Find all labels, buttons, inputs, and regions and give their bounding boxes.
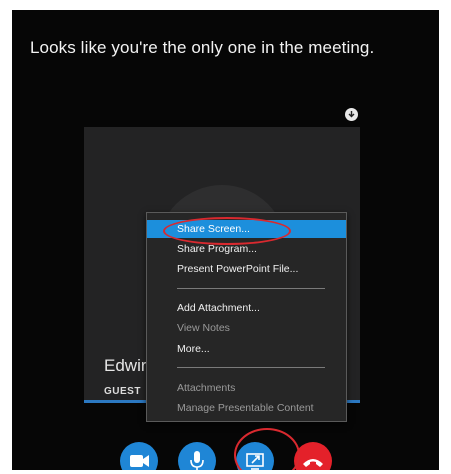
video-button[interactable] xyxy=(120,442,158,470)
menu-item-attachments: Attachments xyxy=(177,382,236,394)
meeting-stage: Looks like you're the only one in the me… xyxy=(12,10,439,470)
participant-name: Edwir xyxy=(104,356,147,375)
menu-separator xyxy=(177,288,325,289)
annotation-circle-share-screen xyxy=(163,217,291,245)
menu-item-manage-presentable-content: Manage Presentable Content xyxy=(177,402,314,414)
meeting-status-message: Looks like you're the only one in the me… xyxy=(30,38,375,57)
menu-separator xyxy=(177,367,325,368)
menu-item-add-attachment[interactable]: Add Attachment... xyxy=(147,299,346,317)
participant-role: GUEST xyxy=(104,386,141,397)
annotation-circle-present-button xyxy=(234,428,300,470)
video-camera-icon xyxy=(130,455,149,467)
microphone-icon xyxy=(190,451,204,470)
menu-item-more[interactable]: More... xyxy=(147,340,346,358)
menu-item-present-powerpoint[interactable]: Present PowerPoint File... xyxy=(147,260,346,278)
microphone-button[interactable] xyxy=(178,442,216,470)
menu-item-view-notes: View Notes xyxy=(177,322,230,334)
download-icon[interactable] xyxy=(345,108,358,121)
